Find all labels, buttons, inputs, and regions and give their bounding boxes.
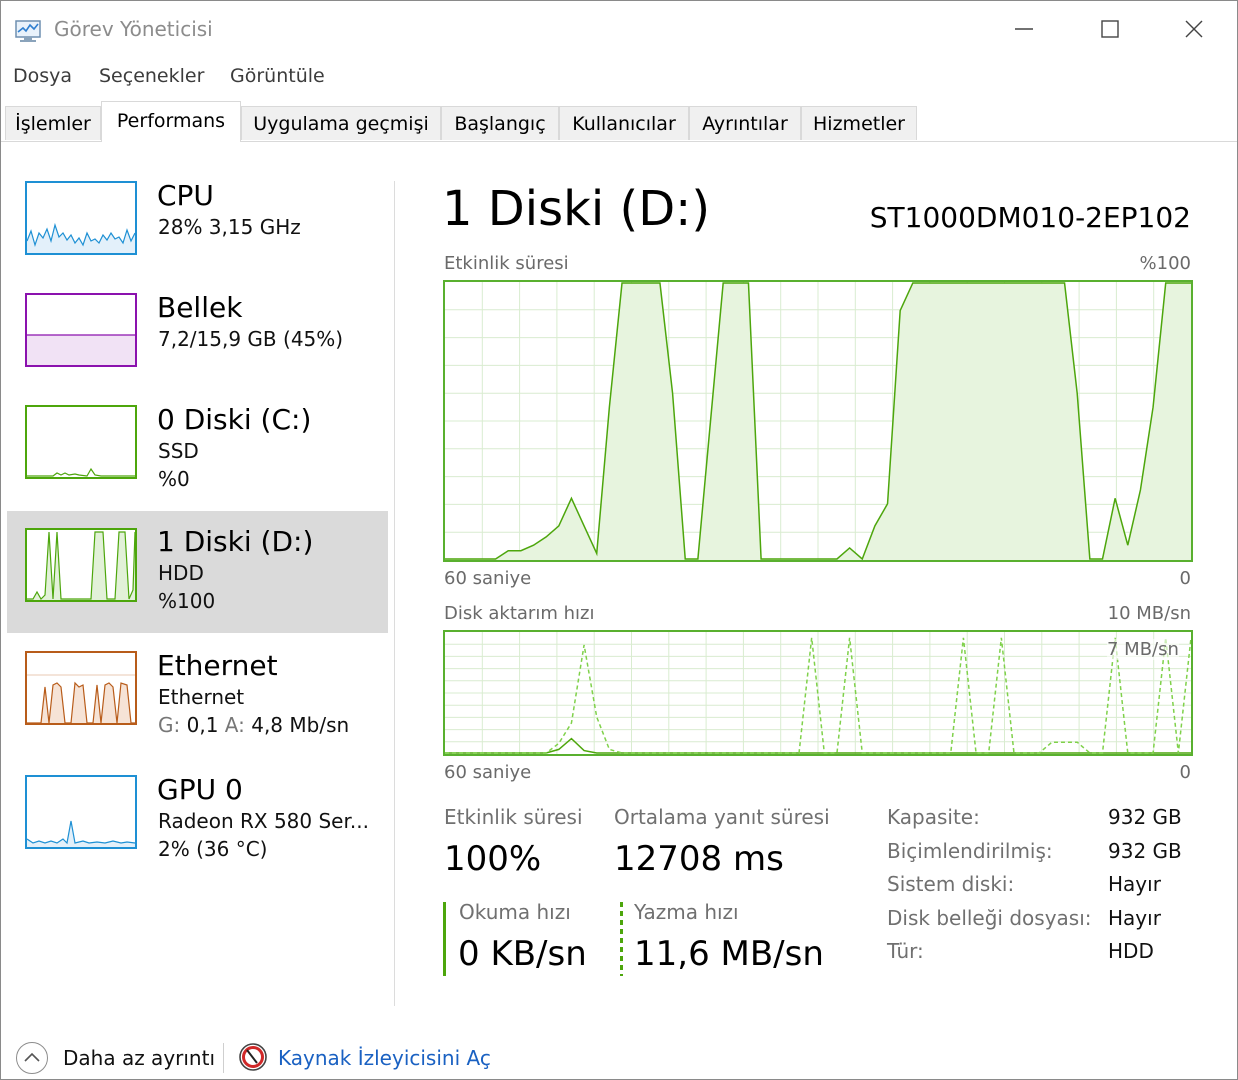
disk-model: ST1000DM010-2EP102 — [869, 201, 1191, 234]
write-speed-value: 11,6 MB/sn — [634, 934, 824, 974]
tab-app-history[interactable]: Uygulama geçmişi — [241, 106, 441, 140]
sidebar-item-gpu[interactable]: GPU 0 Radeon RX 580 Ser... 2% (36 °C) — [7, 763, 388, 885]
sidebar-disk1-type: HDD — [158, 561, 204, 585]
sidebar-gpu-title: GPU 0 — [157, 773, 243, 806]
sidebar-item-ethernet[interactable]: Ethernet Ethernet G: 0,1 A: 4,8 Mb/sn — [7, 639, 388, 761]
activity-chart-time-right: 0 — [1179, 568, 1191, 589]
performance-sidebar: CPU 28% 3,15 GHz Bellek 7,2/15,9 GB (45%… — [7, 169, 388, 1019]
sidebar-memory-usage: 7,2/15,9 GB (45%) — [158, 327, 344, 351]
close-button[interactable] — [1151, 1, 1237, 57]
open-resource-monitor-link[interactable]: Kaynak İzleyicisini Aç — [278, 1046, 491, 1070]
sidebar-item-memory[interactable]: Bellek 7,2/15,9 GB (45%) — [7, 281, 388, 403]
footer-separator — [223, 1043, 224, 1073]
sidebar-divider — [394, 181, 395, 1006]
transfer-chart-label: Disk aktarım hızı — [444, 603, 595, 624]
capacity-label: Kapasite: — [887, 805, 980, 829]
ethernet-receive-value: 4,8 Mb/sn — [251, 713, 350, 737]
memory-thumbnail-graph — [25, 293, 137, 367]
ethernet-send-label: G: — [158, 713, 181, 737]
cpu-thumbnail-graph — [25, 181, 137, 255]
activity-time-graph — [443, 280, 1193, 562]
minimize-icon — [1015, 28, 1033, 30]
sidebar-gpu-model: Radeon RX 580 Ser... — [158, 809, 369, 833]
transfer-chart-max-label: 10 MB/sn — [1107, 603, 1191, 624]
disk1-thumbnail-graph — [25, 528, 137, 602]
tab-details[interactable]: Ayrıntılar — [689, 106, 801, 140]
tab-strip: İşlemler Performans Uygulama geçmişi Baş… — [1, 101, 1237, 143]
page-file-label: Disk belleği dosyası: — [887, 906, 1092, 930]
sidebar-cpu-title: CPU — [157, 179, 214, 212]
close-icon — [1185, 20, 1203, 38]
window-title: Görev Yöneticisi — [54, 17, 213, 41]
active-time-value: 100% — [444, 839, 542, 879]
fewer-details-button[interactable]: Daha az ayrıntı — [63, 1046, 215, 1070]
activity-time-chart — [445, 282, 1191, 560]
read-legend-bar — [443, 902, 446, 976]
type-label: Tür: — [887, 939, 924, 963]
tab-users[interactable]: Kullanıcılar — [559, 106, 689, 140]
page-file-value: Hayır — [1108, 906, 1161, 930]
write-speed-label: Yazma hızı — [634, 900, 739, 924]
activity-chart-time-left: 60 saniye — [444, 568, 532, 589]
formatted-label: Biçimlendirilmiş: — [887, 839, 1053, 863]
avg-response-value: 12708 ms — [614, 839, 784, 879]
transfer-chart-time-right: 0 — [1179, 762, 1191, 783]
sidebar-item-disk-1[interactable]: 1 Diski (D:) HDD %100 — [7, 511, 388, 633]
ethernet-thumbnail-graph — [25, 651, 137, 725]
fewer-details-toggle[interactable] — [16, 1042, 48, 1074]
tab-processes[interactable]: İşlemler — [5, 106, 101, 140]
minimize-button[interactable] — [981, 1, 1067, 57]
task-manager-app-icon — [13, 18, 43, 44]
capacity-value: 932 GB — [1108, 805, 1182, 829]
sidebar-disk1-title: 1 Diski (D:) — [157, 525, 314, 558]
sidebar-item-cpu[interactable]: CPU 28% 3,15 GHz — [7, 169, 388, 291]
sidebar-disk1-usage: %100 — [158, 589, 216, 613]
system-disk-value: Hayır — [1108, 872, 1161, 896]
sidebar-disk0-type: SSD — [158, 439, 199, 463]
sidebar-gpu-usage: 2% (36 °C) — [158, 837, 268, 861]
ethernet-receive-label: A: — [224, 713, 245, 737]
maximize-button[interactable] — [1067, 1, 1153, 57]
transfer-chart-time-left: 60 saniye — [444, 762, 532, 783]
sidebar-ethernet-title: Ethernet — [157, 649, 278, 682]
disk-title: 1 Diski (D:) — [442, 181, 711, 237]
tab-startup[interactable]: Başlangıç — [441, 106, 559, 140]
resource-monitor-icon[interactable] — [237, 1041, 269, 1073]
tab-performance[interactable]: Performans — [101, 101, 241, 142]
read-speed-value: 0 KB/sn — [458, 934, 587, 974]
tab-services[interactable]: Hizmetler — [801, 106, 917, 140]
read-speed-label: Okuma hızı — [459, 900, 571, 924]
type-value: HDD — [1108, 939, 1154, 963]
menu-file[interactable]: Dosya — [13, 65, 72, 87]
sidebar-disk0-usage: %0 — [158, 467, 190, 491]
sidebar-ethernet-adapter: Ethernet — [158, 685, 245, 709]
write-legend-bar — [620, 902, 623, 976]
transfer-rate-graph — [443, 630, 1193, 756]
transfer-rate-chart — [445, 632, 1191, 754]
activity-chart-max-label: %100 — [1139, 253, 1191, 274]
gpu-thumbnail-graph — [25, 775, 137, 849]
sidebar-memory-title: Bellek — [157, 291, 243, 324]
ethernet-send-value: 0,1 — [186, 713, 219, 737]
maximize-icon — [1101, 20, 1119, 38]
menu-options[interactable]: Seçenekler — [99, 65, 204, 87]
title-bar: Görev Yöneticisi — [1, 1, 1237, 57]
formatted-value: 932 GB — [1108, 839, 1182, 863]
system-disk-label: Sistem diski: — [887, 872, 1015, 896]
chevron-up-icon — [24, 1052, 40, 1062]
activity-chart-label: Etkinlik süresi — [444, 253, 569, 274]
sidebar-disk0-title: 0 Diski (C:) — [157, 403, 312, 436]
disk0-thumbnail-graph — [25, 405, 137, 479]
active-time-label: Etkinlik süresi — [444, 805, 583, 829]
transfer-chart-inner-scale: 7 MB/sn — [1107, 639, 1179, 660]
avg-response-label: Ortalama yanıt süresi — [614, 805, 830, 829]
task-manager-window: Görev Yöneticisi Dosya Seçenekler Görünt… — [0, 0, 1238, 1080]
sidebar-ethernet-throughput: G: 0,1 A: 4,8 Mb/sn — [158, 713, 349, 737]
sidebar-item-disk-0[interactable]: 0 Diski (C:) SSD %0 — [7, 393, 388, 515]
menu-view[interactable]: Görüntüle — [230, 65, 325, 87]
sidebar-cpu-usage: 28% 3,15 GHz — [158, 215, 301, 239]
